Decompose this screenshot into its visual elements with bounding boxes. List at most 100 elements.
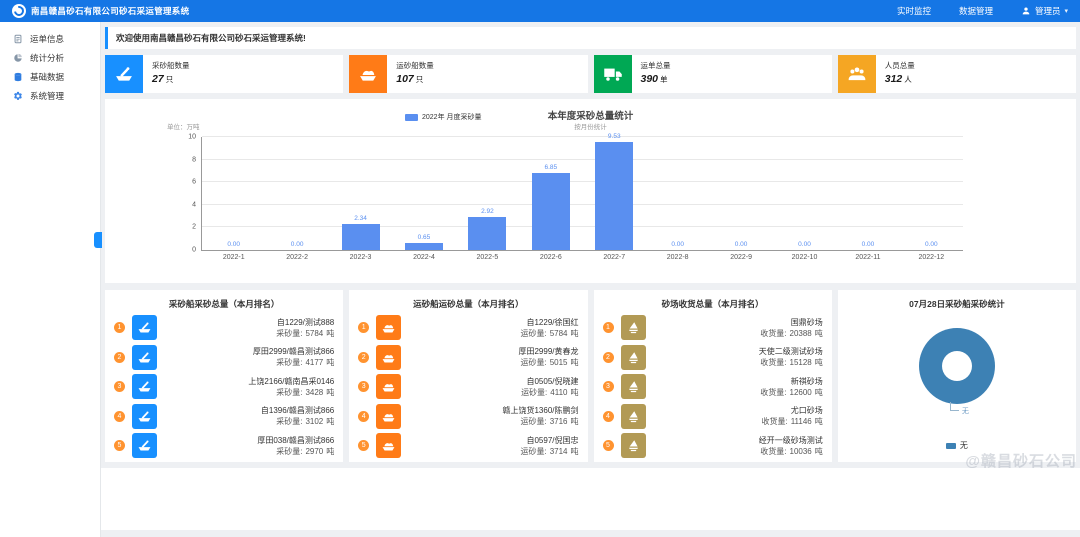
donut-panel: 07月28日采砂船采砂统计 无 无 [838, 290, 1076, 462]
bar[interactable] [342, 224, 380, 250]
metric-label: 运砂量: [520, 447, 546, 456]
x-axis-tick-label: 2022-11 [836, 254, 899, 261]
rank-badge: 1 [114, 322, 125, 333]
database-icon [13, 72, 23, 82]
bar[interactable] [468, 217, 506, 250]
chart-legend[interactable]: 2022年 月度采砂量 [405, 112, 482, 122]
rank-badge: 5 [358, 440, 369, 451]
user-menu[interactable]: 管理员 ▾ [1021, 5, 1068, 17]
rank-row: 5厚田038/赣昌测试866采砂量:2970吨 [114, 431, 334, 461]
metric-value: 3714 [550, 447, 568, 456]
metric-value: 4110 [550, 388, 567, 397]
bar-value-label: 0.00 [265, 241, 328, 248]
rank-badge: 1 [358, 322, 369, 333]
rank-item-metric: 收货量:12600吨 [760, 387, 822, 398]
sidebar-item-label: 系统管理 [30, 90, 64, 102]
rank-panel-title: 运砂船运砂总量（本月排名） [349, 290, 587, 313]
y-axis-tick-label: 10 [178, 134, 196, 141]
metric-unit: 吨 [571, 388, 579, 397]
donut-callout-label: 无 [962, 406, 969, 416]
bar-slot-2022-10: 0.002022-10 [773, 137, 836, 250]
rank-row: 3自0505/倪晓建运砂量:4110吨 [358, 372, 578, 402]
donut-legend-swatch [946, 443, 956, 449]
bar-value-label: 0.00 [900, 241, 963, 248]
x-axis-tick-label: 2022-1 [202, 254, 265, 261]
donut-callout-line [950, 402, 959, 411]
rank-badge: 5 [114, 440, 125, 451]
sidebar-item-label: 运单信息 [30, 33, 64, 45]
stat-card-value-line: 27只 [152, 73, 190, 85]
rank-text: 厚田2999/赣昌测试866采砂量:4177吨 [253, 346, 334, 368]
y-axis-tick-label: 8 [178, 156, 196, 163]
rank-item-name: 经开一级砂场测试 [759, 435, 823, 446]
rank-item-metric: 收货量:20388吨 [760, 328, 822, 339]
bar-slot-2022-6: 6.852022-6 [519, 137, 582, 250]
nav-item-data-management[interactable]: 数据管理 [959, 5, 993, 17]
rank-row: 1国鼎砂场收货量:20388吨 [603, 313, 823, 343]
sidebar-item-1[interactable]: 统计分析 [0, 48, 100, 67]
rank-row: 2厚田2999/赣昌测试866采砂量:4177吨 [114, 343, 334, 373]
rank-item-metric: 采砂量:5784吨 [276, 328, 334, 339]
donut-legend[interactable]: 无 [946, 440, 968, 451]
bar-slot-2022-1: 0.002022-1 [202, 137, 265, 250]
rank-item-metric: 收货量:10036吨 [759, 446, 823, 457]
rank-panel-2: 砂场收货总量（本月排名）1国鼎砂场收货量:20388吨2天使二级测试砂场收货量:… [594, 290, 832, 462]
cargo-ship-icon [376, 345, 401, 370]
sand-site-icon [621, 315, 646, 340]
stat-card-value-line: 107只 [396, 73, 434, 85]
sidebar-item-label: 统计分析 [30, 52, 64, 64]
stat-card-1: 运砂船数量107只 [349, 55, 587, 93]
metric-label: 采砂量: [276, 358, 302, 367]
x-axis-tick-label: 2022-4 [392, 254, 455, 261]
metric-unit: 吨 [571, 329, 579, 338]
rank-row: 3上饶2166/赣南昌采0146采砂量:3428吨 [114, 372, 334, 402]
sidebar-item-3[interactable]: 系统管理 [0, 86, 100, 105]
bar[interactable] [405, 243, 443, 250]
waybill-icon [13, 34, 23, 44]
cargo-ship-icon [376, 433, 401, 458]
stat-card-body: 采砂船数量 27只 [143, 55, 190, 93]
rank-item-name: 国鼎砂场 [760, 317, 822, 328]
metric-label: 收货量: [760, 388, 786, 397]
bar[interactable] [532, 173, 570, 250]
sidebar: 运单信息统计分析基础数据系统管理 [0, 22, 101, 537]
rank-text: 经开一级砂场测试收货量:10036吨 [759, 435, 823, 457]
bar-chart-panel: 本年度采砂总量统计 按月份统计 单位：万吨 2022年 月度采砂量 024681… [105, 99, 1076, 283]
sidebar-collapse-handle[interactable] [94, 232, 102, 248]
bar-slot-2022-12: 0.002022-12 [900, 137, 963, 250]
stat-card-value: 107 [396, 73, 414, 85]
rank-badge: 2 [603, 352, 614, 363]
x-axis-tick-label: 2022-8 [646, 254, 709, 261]
x-axis-tick-label: 2022-5 [456, 254, 519, 261]
rank-row: 4 赣上饶货1360/陈鹏剑运砂量:3716吨 [358, 402, 578, 432]
rank-row: 1自1229/徐国红运砂量:5784吨 [358, 313, 578, 343]
sidebar-item-0[interactable]: 运单信息 [0, 29, 100, 48]
stat-card-label: 采砂船数量 [152, 60, 190, 71]
dredger-ship-icon [132, 345, 157, 370]
stats-icon [13, 53, 23, 63]
sand-site-icon [621, 404, 646, 429]
rank-panel-0: 采砂船采砂总量（本月排名）1自1229/测试888采砂量:5784吨2厚田299… [105, 290, 343, 462]
truck-icon [594, 55, 632, 93]
rank-item-metric: 运砂量:5784吨 [520, 328, 578, 339]
nav-item-realtime-monitor[interactable]: 实时监控 [897, 5, 931, 17]
chart-subtitle: 按月份统计 [105, 121, 1076, 131]
bar[interactable] [595, 142, 633, 250]
top-bar: 南昌赣昌砂石有限公司砂石采运管理系统 实时监控 数据管理 管理员 ▾ [0, 0, 1080, 22]
donut-legend-label: 无 [960, 440, 968, 451]
metric-value: 3102 [305, 417, 323, 426]
bar-slot-2022-7: 9.532022-7 [583, 137, 646, 250]
sidebar-item-2[interactable]: 基础数据 [0, 67, 100, 86]
legend-swatch [405, 114, 418, 121]
chevron-down-icon: ▾ [1064, 7, 1068, 15]
x-axis-tick-label: 2022-2 [265, 254, 328, 261]
rank-row: 2厚田2999/黄春龙运砂量:5015吨 [358, 343, 578, 373]
y-axis-tick-label: 6 [178, 179, 196, 186]
dredger-ship-icon [132, 404, 157, 429]
rank-text: 赣上饶货1360/陈鹏剑运砂量:3716吨 [502, 405, 578, 427]
stat-card-value-line: 390单 [641, 73, 671, 85]
bar-value-label: 2.34 [329, 215, 392, 222]
bar-slot-2022-3: 2.342022-3 [329, 137, 392, 250]
rank-badge: 4 [358, 411, 369, 422]
rank-text: 国鼎砂场收货量:20388吨 [760, 317, 822, 339]
